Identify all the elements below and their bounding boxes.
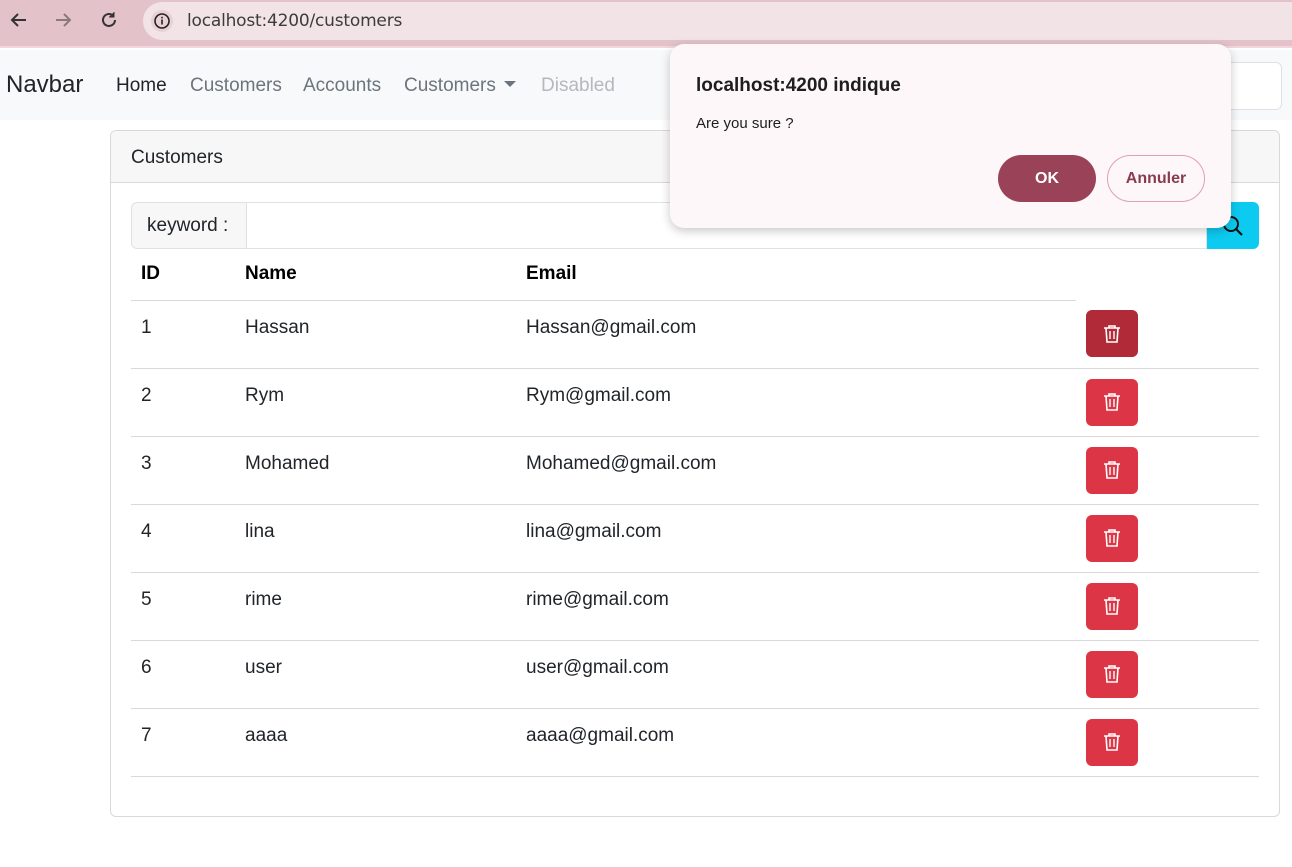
- reload-icon: [102, 12, 116, 27]
- caret-down-icon: [503, 81, 516, 87]
- nav-link-disabled: Disabled: [541, 75, 615, 96]
- cell-actions: [1076, 300, 1259, 369]
- cell-email: user@gmail.com: [516, 640, 1076, 709]
- cell-actions: [1076, 640, 1259, 709]
- cell-name: user: [235, 640, 516, 709]
- cell-name: lina: [235, 504, 516, 573]
- delete-button[interactable]: [1086, 310, 1138, 357]
- cell-name: Hassan: [235, 300, 516, 369]
- forward-button[interactable]: [52, 9, 74, 31]
- table-row: 3 Mohamed Mohamed@gmail.com: [131, 436, 1259, 505]
- cell-email: lina@gmail.com: [516, 504, 1076, 573]
- reload-button[interactable]: [98, 9, 120, 31]
- delete-button[interactable]: [1086, 582, 1138, 630]
- table-row: 7 aaaa aaaa@gmail.com: [131, 708, 1259, 777]
- cell-email: rime@gmail.com: [516, 572, 1076, 641]
- column-header-actions: [1076, 249, 1259, 300]
- url-text: localhost:4200/customers: [187, 11, 403, 31]
- search-label: keyword :: [131, 202, 247, 249]
- arrow-right-icon: [56, 13, 72, 27]
- dialog-title: localhost:4200 indique: [696, 75, 901, 96]
- cell-name: aaaa: [235, 708, 516, 777]
- cell-name: rime: [235, 572, 516, 641]
- trash-icon: [1104, 324, 1120, 343]
- ok-button[interactable]: OK: [998, 155, 1096, 202]
- address-bar[interactable]: localhost:4200/customers: [143, 2, 1292, 40]
- table-header-row: ID Name Email: [131, 249, 1259, 301]
- info-icon: [154, 13, 170, 29]
- delete-button[interactable]: [1086, 718, 1138, 766]
- nav-link-customers[interactable]: Customers: [190, 75, 282, 97]
- site-info-button[interactable]: [151, 10, 173, 32]
- column-header-id: ID: [131, 249, 235, 301]
- cell-email: Hassan@gmail.com: [516, 300, 1076, 369]
- back-button[interactable]: [8, 9, 30, 31]
- nav-link-home[interactable]: Home: [116, 75, 167, 97]
- cell-actions: [1076, 504, 1259, 573]
- nav-dropdown-label: Customers: [404, 75, 496, 96]
- delete-button[interactable]: [1086, 378, 1138, 426]
- cell-name: Mohamed: [235, 436, 516, 505]
- arrow-left-icon: [10, 13, 26, 27]
- customers-card: Customers keyword : ID Name Email 1 Hass…: [110, 130, 1280, 817]
- cell-id: 5: [131, 572, 235, 641]
- nav-dropdown-customers[interactable]: Customers: [404, 75, 516, 97]
- table-row: 6 user user@gmail.com: [131, 640, 1259, 709]
- trash-icon: [1104, 665, 1120, 683]
- nav-link-accounts[interactable]: Accounts: [303, 75, 381, 97]
- confirm-dialog: localhost:4200 indique Are you sure ? OK…: [670, 44, 1231, 228]
- cancel-button[interactable]: Annuler: [1107, 155, 1205, 202]
- customers-table: ID Name Email 1 Hassan Hassan@gmail.com …: [131, 249, 1259, 777]
- cell-id: 2: [131, 368, 235, 437]
- trash-icon: [1104, 529, 1120, 547]
- table-row: 2 Rym Rym@gmail.com: [131, 368, 1259, 437]
- cell-email: aaaa@gmail.com: [516, 708, 1076, 777]
- cell-id: 3: [131, 436, 235, 505]
- cell-id: 7: [131, 708, 235, 777]
- cell-id: 1: [131, 300, 235, 369]
- column-header-name: Name: [235, 249, 516, 301]
- cell-actions: [1076, 436, 1259, 505]
- navbar-brand[interactable]: Navbar: [6, 71, 83, 99]
- dialog-message: Are you sure ?: [696, 115, 794, 132]
- cell-name: Rym: [235, 368, 516, 437]
- cell-id: 4: [131, 504, 235, 573]
- trash-icon: [1104, 597, 1120, 615]
- browser-toolbar: localhost:4200/customers: [0, 0, 1292, 48]
- delete-button[interactable]: [1086, 446, 1138, 494]
- cell-id: 6: [131, 640, 235, 709]
- delete-button[interactable]: [1086, 650, 1138, 698]
- trash-icon: [1104, 461, 1120, 479]
- delete-button[interactable]: [1086, 514, 1138, 562]
- trash-icon: [1104, 393, 1120, 411]
- cell-actions: [1076, 572, 1259, 641]
- table-row: 4 lina lina@gmail.com: [131, 504, 1259, 573]
- cell-actions: [1076, 368, 1259, 437]
- table-row: 5 rime rime@gmail.com: [131, 572, 1259, 641]
- cell-email: Rym@gmail.com: [516, 368, 1076, 437]
- cell-email: Mohamed@gmail.com: [516, 436, 1076, 505]
- cell-actions: [1076, 708, 1259, 777]
- column-header-email: Email: [516, 249, 1076, 301]
- table-row: 1 Hassan Hassan@gmail.com: [131, 300, 1259, 369]
- trash-icon: [1104, 733, 1120, 751]
